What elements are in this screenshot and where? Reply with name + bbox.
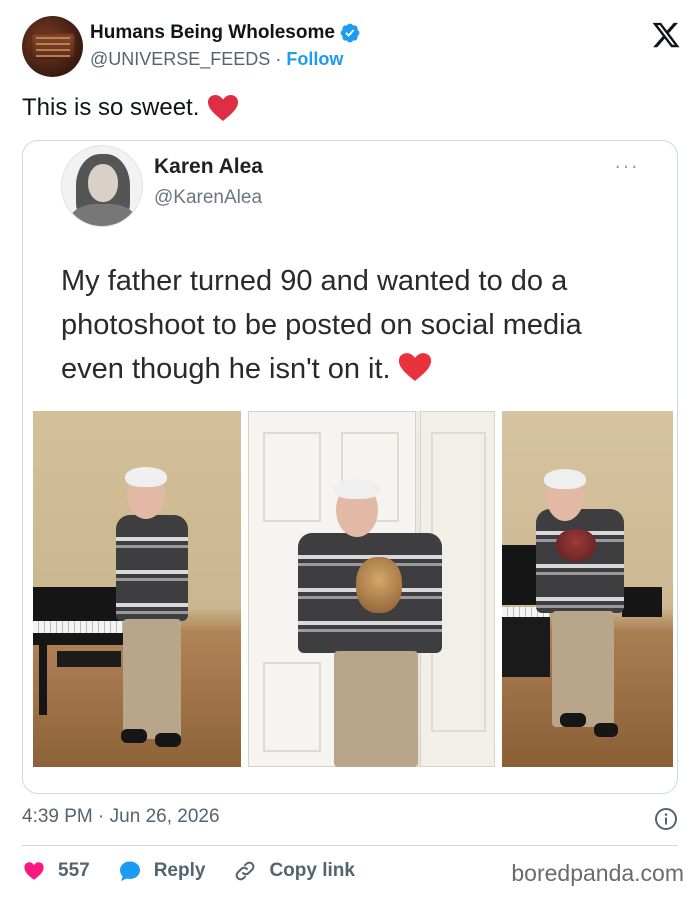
tweet-header: Humans Being Wholesome @UNIVERSE_FEEDS ·… [22, 16, 682, 80]
like-button[interactable]: 557 [22, 860, 90, 882]
action-bar: 557 Reply Copy link [22, 856, 383, 886]
x-logo-icon[interactable] [650, 20, 682, 50]
photo-grid [33, 411, 673, 767]
copy-link-label: Copy link [269, 860, 355, 881]
heart-emoji-icon [397, 351, 433, 381]
verified-badge-icon [339, 22, 361, 44]
tweet-text: This is so sweet. [22, 94, 239, 122]
reply-bubble-icon [119, 861, 140, 881]
tweet-body: This is so sweet. [22, 94, 200, 121]
date: Jun 26, 2026 [109, 806, 220, 827]
photo-piano [33, 411, 241, 767]
follow-button[interactable]: Follow [286, 49, 343, 69]
account-avatar[interactable] [22, 16, 83, 77]
heart-icon [24, 862, 44, 880]
account-handle-row: @UNIVERSE_FEEDS · Follow [90, 49, 343, 70]
photo-hugging-dog [502, 411, 673, 767]
account-name[interactable]: Humans Being Wholesome [90, 22, 335, 44]
more-icon: ··· [614, 153, 639, 178]
copy-link-button[interactable]: Copy link [233, 859, 355, 883]
embedded-author-handle: @KarenAlea [154, 187, 263, 208]
info-icon[interactable] [654, 807, 678, 831]
like-count: 557 [58, 860, 90, 881]
time: 4:39 PM [22, 806, 93, 827]
link-icon [236, 861, 255, 881]
embedded-avatar [61, 145, 143, 227]
embedded-text-block: My father turned 90 and wanted to do a p… [61, 259, 651, 391]
handle-separator: · [270, 49, 287, 69]
photo-door-with-dog [248, 411, 495, 767]
timestamp[interactable]: 4:39 PM · Jun 26, 2026 [22, 806, 220, 828]
heart-emoji-icon [207, 94, 239, 122]
divider [22, 845, 678, 846]
embedded-media-card[interactable]: Karen Alea @KarenAlea ··· My father turn… [22, 140, 678, 794]
watermark: boredpanda.com [511, 860, 684, 886]
embedded-text: My father turned 90 and wanted to do a p… [61, 265, 582, 385]
account-handle[interactable]: @UNIVERSE_FEEDS [90, 49, 270, 69]
embedded-author-name: Karen Alea [154, 155, 263, 178]
reply-button[interactable]: Reply [118, 859, 206, 883]
reply-label: Reply [153, 860, 206, 881]
account-name-row[interactable]: Humans Being Wholesome [90, 22, 361, 44]
time-separator: · [92, 806, 110, 827]
